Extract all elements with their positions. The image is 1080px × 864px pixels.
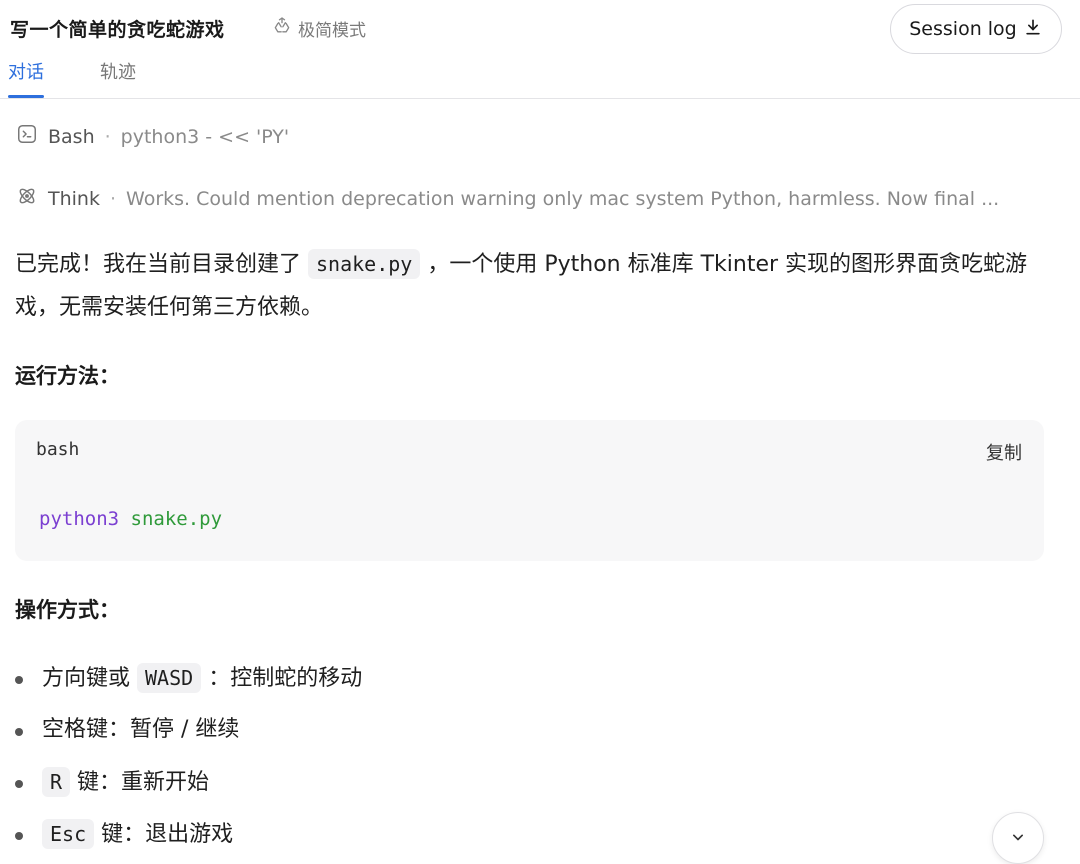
separator-dot: ·: [104, 125, 111, 148]
controls-list: 方向键或 WASD ：控制蛇的移动 空格键：暂停 / 继续 R 键：重新开始 E…: [14, 655, 362, 863]
step-name: Bash: [48, 125, 95, 148]
code-argument: snake.py: [130, 508, 223, 530]
list-item: 方向键或 WASD ：控制蛇的移动: [14, 655, 362, 707]
copy-button[interactable]: 复制: [986, 439, 1022, 465]
list-item: Esc 键：退出游戏: [14, 811, 362, 863]
item-text: 方向键或: [42, 666, 131, 691]
terminal-icon: [16, 123, 38, 150]
chevron-down-icon: [1008, 827, 1028, 851]
code-line: python3 snake.py: [39, 508, 222, 530]
controls-heading: 操作方式：: [15, 598, 120, 622]
list-item: 空格键：暂停 / 继续: [14, 707, 362, 759]
session-log-label: Session log: [909, 18, 1017, 40]
list-item: R 键：重新开始: [14, 759, 362, 811]
scroll-to-bottom-button[interactable]: [992, 812, 1044, 864]
run-heading: 运行方法：: [15, 364, 120, 388]
inline-code-key: R: [42, 767, 71, 797]
page-title: 写一个简单的贪吃蛇游戏: [10, 19, 225, 41]
step-think[interactable]: Think · Works. Could mention deprecation…: [16, 185, 999, 212]
step-name: Think: [48, 187, 100, 210]
code-language: bash: [36, 439, 80, 460]
step-detail: Works. Could mention deprecation warning…: [126, 187, 1000, 210]
tab-bar: 对话 轨迹: [8, 58, 136, 98]
tab-conversation[interactable]: 对话: [8, 58, 44, 98]
session-log-button[interactable]: Session log: [890, 4, 1062, 54]
mode-label: 极简模式: [298, 21, 366, 41]
code-command: python3: [39, 508, 120, 530]
code-block: bash 复制 python3 snake.py: [15, 420, 1044, 561]
separator-dot: ·: [109, 187, 117, 210]
top-bar: 写一个简单的贪吃蛇游戏 极简模式 Session log 对话 轨迹: [0, 0, 1080, 99]
step-bash[interactable]: Bash · python3 - << 'PY': [16, 123, 289, 150]
inline-code-key: Esc: [42, 819, 95, 849]
step-detail: python3 - << 'PY': [120, 125, 290, 148]
atom-icon: [16, 185, 38, 212]
item-text: ：控制蛇的移动: [208, 666, 363, 691]
item-text: 键：重新开始: [77, 770, 210, 795]
inline-code-key: WASD: [137, 663, 202, 693]
item-text: 键：退出游戏: [101, 822, 234, 847]
tab-trace[interactable]: 轨迹: [100, 58, 136, 98]
recycle-icon: [272, 16, 292, 41]
inline-code-filename: snake.py: [308, 249, 421, 279]
download-icon: [1023, 17, 1043, 42]
item-text: 空格键：暂停 / 继续: [42, 717, 240, 742]
intro-text: 已完成！我在当前目录创建了: [15, 252, 302, 277]
mode-indicator[interactable]: 极简模式: [272, 16, 366, 41]
intro-paragraph: 已完成！我在当前目录创建了 snake.py ，一个使用 Python 标准库 …: [15, 243, 1055, 329]
